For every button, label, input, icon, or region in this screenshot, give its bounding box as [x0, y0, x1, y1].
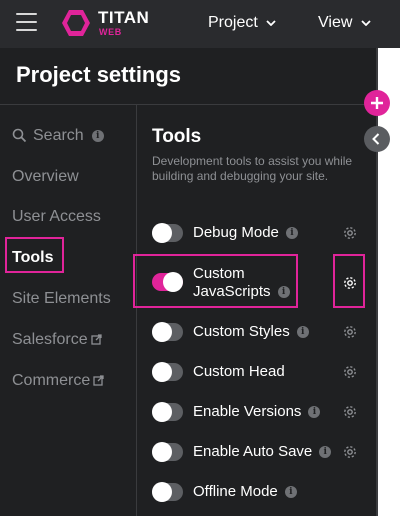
tool-row-custom-styles: Custom Styles i [152, 320, 362, 346]
gear-icon[interactable] [342, 364, 358, 380]
tool-label: Enable Auto Save i [193, 443, 332, 460]
highlight-box [5, 237, 64, 273]
external-link-icon [90, 334, 102, 345]
offline-mode-toggle[interactable] [152, 482, 183, 502]
sidebar-item-site-elements[interactable]: Site Elements [12, 290, 111, 308]
tool-row-custom-head: Custom Head [152, 360, 362, 386]
header-divider [0, 104, 378, 105]
tool-label: Enable Versions i [193, 403, 321, 420]
tool-row-offline-mode: Offline Mode i [152, 480, 362, 506]
sidebar-item-user-access[interactable]: User Access [12, 208, 101, 226]
search-nav-item[interactable]: Search i [12, 127, 104, 145]
search-icon [12, 128, 27, 143]
info-icon: i [284, 486, 297, 499]
sidebar-item-commerce[interactable]: Commerce [12, 372, 104, 390]
tool-row-custom-javascripts: Custom JavaScripts i [152, 263, 362, 303]
tool-label: Debug Mode i [193, 224, 298, 241]
debug-mode-toggle[interactable] [152, 223, 183, 243]
project-menu[interactable]: Project [208, 14, 276, 32]
chevron-left-icon [372, 133, 380, 145]
sidebar-item-salesforce[interactable]: Salesforce [12, 331, 102, 349]
tools-description: Development tools to assist you while bu… [152, 154, 353, 183]
gear-icon[interactable] [342, 404, 358, 420]
page-title: Project settings [16, 62, 182, 87]
enable-versions-toggle[interactable] [152, 402, 183, 422]
tool-row-enable-auto-save: Enable Auto Save i [152, 440, 362, 466]
tool-label: Custom Styles i [193, 323, 309, 340]
view-menu-label: View [318, 14, 353, 31]
info-icon: i [277, 286, 290, 299]
tool-label: Custom Head [193, 363, 285, 380]
custom-head-toggle[interactable] [152, 362, 183, 382]
info-icon: i [285, 227, 298, 240]
tool-label: Offline Mode i [193, 483, 297, 500]
tools-heading: Tools [152, 126, 202, 147]
info-icon: i [308, 406, 321, 419]
logo-subtitle: WEB [99, 27, 122, 37]
view-menu[interactable]: View [318, 14, 371, 32]
sidebar-item-overview[interactable]: Overview [12, 168, 79, 186]
sidebar-item-label: Commerce [12, 372, 91, 389]
tool-label: Custom JavaScripts i [193, 265, 290, 301]
enable-auto-save-toggle[interactable] [152, 442, 183, 462]
collapse-panel-button[interactable] [364, 126, 390, 152]
custom-styles-toggle[interactable] [152, 322, 183, 342]
gear-icon[interactable] [342, 275, 358, 291]
chevron-down-icon [361, 20, 371, 26]
add-button[interactable] [364, 90, 390, 116]
chevron-down-icon [266, 20, 276, 26]
logo-title: TITAN [98, 8, 150, 27]
gear-icon[interactable] [342, 225, 358, 241]
tool-row-debug-mode: Debug Mode i [152, 221, 362, 247]
column-divider [136, 105, 137, 516]
custom-javascripts-toggle[interactable] [152, 272, 183, 292]
titan-logo-icon [62, 10, 90, 36]
top-bar: TITAN WEB Project View [0, 0, 400, 48]
external-link-icon [93, 375, 104, 386]
plus-icon [371, 97, 383, 109]
gear-icon[interactable] [342, 444, 358, 460]
info-icon: i [91, 129, 104, 142]
hamburger-icon[interactable] [16, 13, 37, 33]
search-label: Search [33, 127, 84, 144]
sidebar-item-label: Salesforce [12, 331, 88, 348]
project-menu-label: Project [208, 14, 258, 31]
tool-row-enable-versions: Enable Versions i [152, 400, 362, 426]
info-icon: i [319, 446, 332, 459]
info-icon: i [296, 326, 309, 339]
gear-icon[interactable] [342, 324, 358, 340]
